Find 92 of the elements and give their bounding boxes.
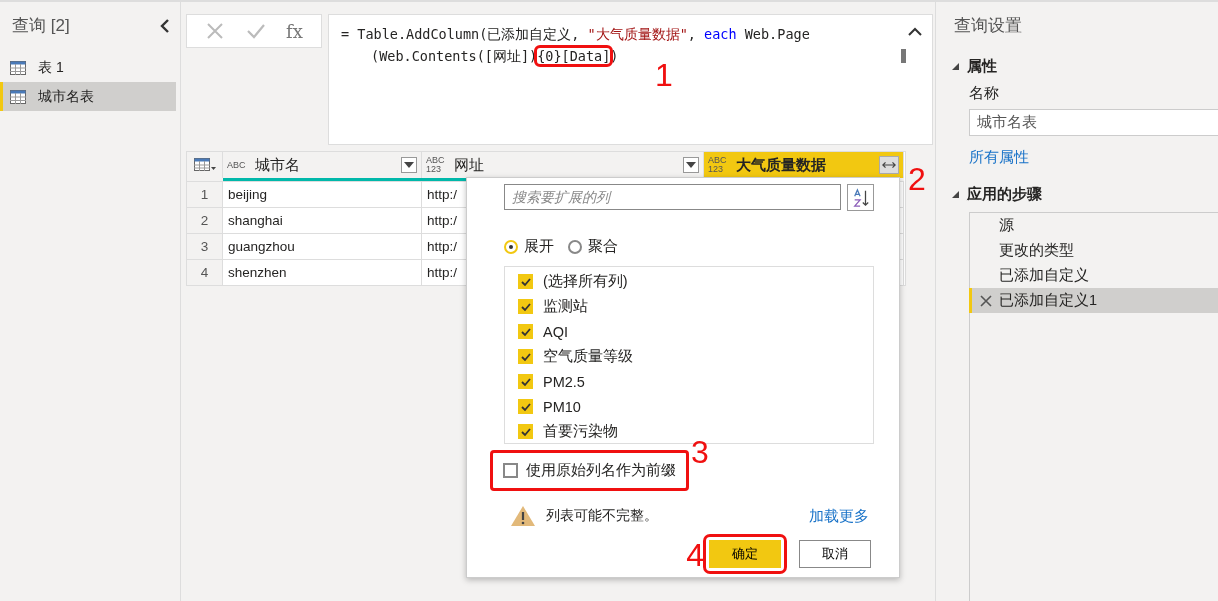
checkbox[interactable] [518,274,533,289]
annotation-number: 1 [655,59,673,91]
column-header[interactable]: ABC 123 网址 [422,152,704,178]
collapse-icon[interactable] [908,27,922,37]
ok-button[interactable]: 确定 [709,540,781,568]
checkbox[interactable] [518,374,533,389]
checkbox[interactable] [518,324,533,339]
function-button[interactable]: fx [285,20,303,42]
radio-button[interactable] [504,239,518,254]
collapse-icon[interactable] [952,191,959,198]
option-label: 首要污染物 [543,422,618,441]
table-cell: guangzhou [223,233,422,259]
checkbox[interactable] [518,299,533,314]
option-label: PM10 [543,398,581,415]
column-name: 城市名 [254,155,301,175]
query-item[interactable]: 表 1 [0,53,173,82]
table-menu-button[interactable] [187,152,223,178]
code-text: = Table.AddColumn(已添加自定义, [341,26,581,42]
formula-editor[interactable]: = Table.AddColumn(已添加自定义, "大气质量数据", each Web.Page (Web.Contents([网址]){0}[Data] 1 ) [328,14,933,145]
cancel-button[interactable]: 取消 [799,540,871,568]
checkbox[interactable] [518,349,533,364]
caret-icon [404,162,414,168]
panel-title: 查询设置 [954,15,1023,37]
column-option[interactable]: PM10 [518,394,860,419]
warning-icon [510,505,536,527]
row-number: 2 [187,207,223,233]
type-label: ABC 123 [708,156,728,174]
field-label: 名称 [969,84,1000,103]
collapse-icon[interactable] [160,18,170,33]
search-field[interactable]: 搜索要扩展的列 [504,184,841,210]
code-text: ) [610,48,619,64]
collapse-icon[interactable] [952,63,959,70]
caret-icon [686,162,696,168]
filter-dropdown[interactable] [401,157,417,173]
annotation-number: 3 [691,436,709,468]
highlighted-code: {0}[Data] [537,48,611,64]
code-text: each [704,26,737,42]
expand-button[interactable] [879,156,899,174]
radio-option[interactable]: 聚合 [568,237,618,256]
row-number: 4 [187,259,223,285]
checkbox[interactable] [503,463,518,478]
table-cell: shenzhen [223,259,422,285]
sort-button[interactable] [847,184,874,211]
applied-step[interactable]: 更改的类型 [969,238,1218,263]
code-text: , [687,26,697,42]
column-option[interactable]: 监测站 [518,294,860,319]
query-item[interactable]: 城市名表 [0,82,176,111]
applied-step[interactable]: 已添加自定义1 [969,288,1218,313]
table-icon [193,158,216,172]
double-arrow-icon [882,160,896,170]
scrollbar[interactable] [901,49,906,63]
applied-step[interactable]: 源 [969,213,1218,238]
annotation-number: 2 [908,163,926,195]
column-header[interactable]: ABC 城市名 [223,152,422,178]
prefix-option[interactable]: 使用原始列名作为前缀 [490,450,689,491]
name-field[interactable]: 城市名表 [969,109,1218,136]
section-heading: 应用的步骤 [967,185,1042,204]
code-text: (Web.Contents([网址]) [371,48,538,64]
column-header[interactable]: ABC 123 大气质量数据 [704,152,904,178]
code-text: "大气质量数据" [587,26,688,42]
applied-step[interactable]: 已添加自定义 [969,263,1218,288]
option-label: AQI [543,323,568,340]
column-option[interactable]: AQI [518,319,860,344]
annotation-number: 4 [686,539,704,571]
option-label: 使用原始列名作为前缀 [526,461,676,480]
radio-button[interactable] [568,239,582,254]
checkbox[interactable] [518,399,533,414]
table-icon [10,89,26,104]
type-label: ABC 123 [426,156,446,174]
column-option[interactable]: PM2.5 [518,369,860,394]
panel-title: 查询 [2] [12,15,70,37]
delete-icon[interactable] [980,294,992,307]
option-label: 监测站 [543,297,588,316]
row-number: 3 [187,233,223,259]
row-number: 1 [187,181,223,207]
warning-text: 列表可能不完整。 [546,507,659,525]
checkbox[interactable] [518,424,533,439]
section-heading: 属性 [967,57,997,76]
filter-dropdown[interactable] [683,157,699,173]
option-label: PM2.5 [543,373,585,390]
table-cell: beijing [223,181,422,207]
table-cell: shanghai [223,207,422,233]
column-name: 大气质量数据 [735,155,827,175]
option-label: 空气质量等级 [543,347,633,366]
radio-option[interactable]: 展开 [504,237,554,256]
code-text: Web.Page [743,26,810,42]
load-more-link[interactable]: 加载更多 [809,506,874,526]
column-option[interactable]: 空气质量等级 [518,344,860,369]
type-label: ABC [227,160,247,170]
table-icon [10,60,26,75]
column-name: 网址 [453,155,485,175]
all-properties-link[interactable]: 所有属性 [969,148,1218,167]
